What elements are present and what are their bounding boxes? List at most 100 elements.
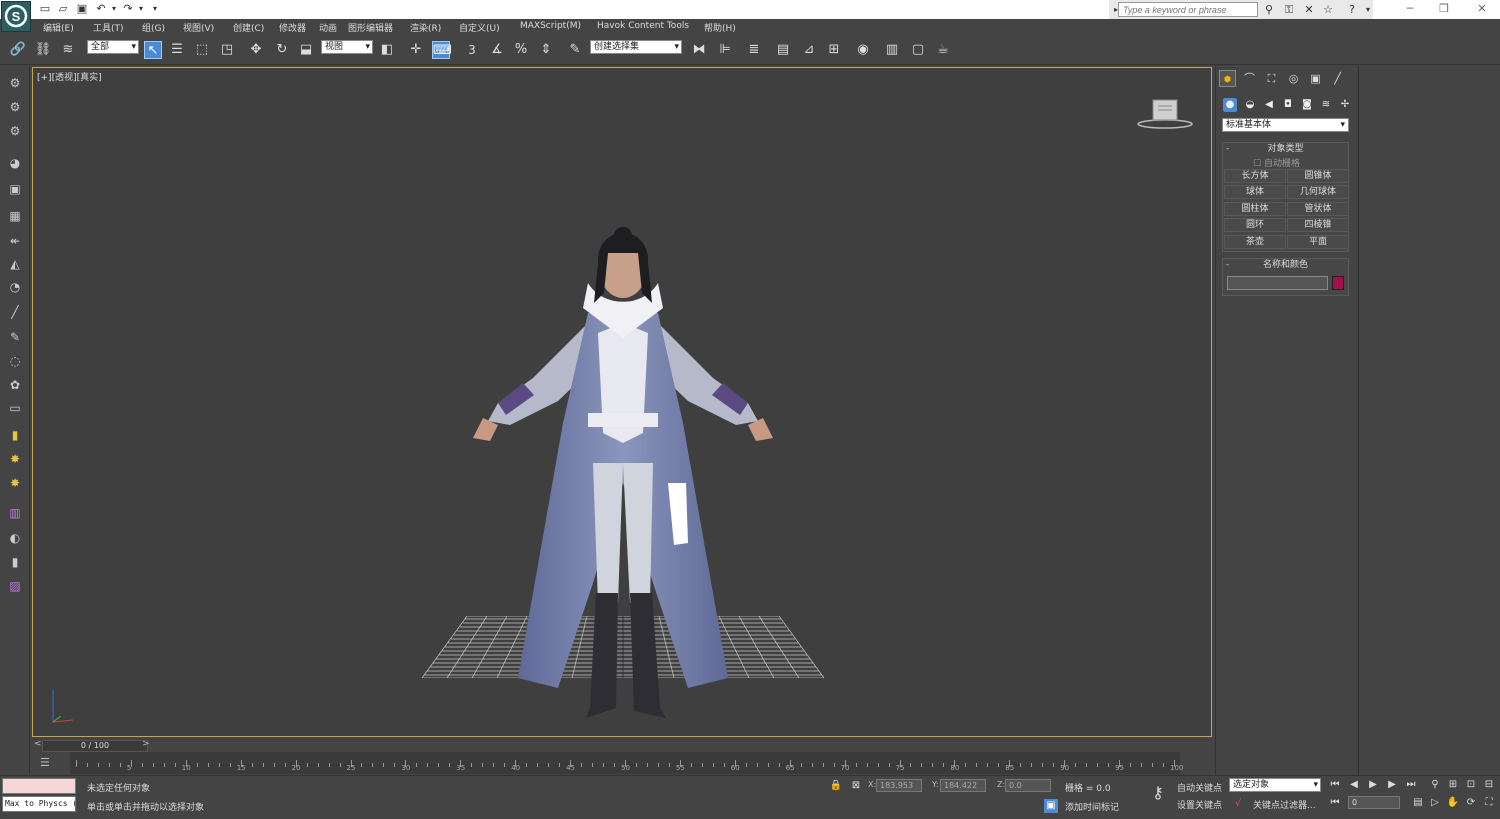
left-tool-4-icon[interactable]: ◕ xyxy=(6,154,24,172)
left-tool-11-icon[interactable]: ✎ xyxy=(6,328,24,346)
add-time-tag[interactable]: 添加时间标记 xyxy=(1065,800,1119,813)
viewcube-icon[interactable] xyxy=(1135,96,1195,132)
selection-lock-icon[interactable]: 🔒 xyxy=(829,779,843,793)
geometry-icon[interactable]: ● xyxy=(1223,98,1237,112)
snaps-toggle-icon[interactable]: 3 xyxy=(463,41,481,59)
undo-dropdown-icon[interactable]: ▾ xyxy=(107,2,121,16)
menu-edit[interactable]: 编辑(E) xyxy=(43,21,74,34)
maxscript-mini-listener[interactable] xyxy=(2,778,76,794)
zoom-all-icon[interactable]: ⊞ xyxy=(1446,778,1460,792)
helpers-icon[interactable]: ◙ xyxy=(1300,98,1314,112)
auto-key-button[interactable]: 自动关键点 xyxy=(1177,781,1222,794)
select-move-icon[interactable]: ✥ xyxy=(247,41,265,59)
left-tool-20-icon[interactable]: ▮ xyxy=(6,553,24,571)
object-type-header[interactable]: - 对象类型 xyxy=(1223,143,1348,155)
pan-view-icon[interactable]: ✋ xyxy=(1446,796,1460,810)
subscription-icon[interactable]: ⚿ xyxy=(1282,3,1296,16)
zoom-extents-all-icon[interactable]: ⊟ xyxy=(1482,778,1496,792)
geosphere-button[interactable]: 几何球体 xyxy=(1287,185,1349,199)
select-rotate-icon[interactable]: ↻ xyxy=(273,41,291,59)
key-mode-icon[interactable]: ⏮ xyxy=(1328,796,1342,810)
pivot-center-icon[interactable]: ◧ xyxy=(378,41,396,59)
hierarchy-tab-icon[interactable]: ⛶ xyxy=(1263,70,1280,87)
shapes-icon[interactable]: ◒ xyxy=(1243,98,1257,112)
orbit-icon[interactable]: ⟳ xyxy=(1464,796,1478,810)
undo-icon[interactable]: ↶ xyxy=(94,2,108,16)
menu-animation[interactable]: 动画 xyxy=(319,21,337,34)
material-editor-icon[interactable]: ◉ xyxy=(854,41,872,59)
menu-graph-editors[interactable]: 图形编辑器 xyxy=(348,21,393,34)
help-dropdown-icon[interactable]: ▾ xyxy=(1361,3,1375,16)
graphite-ribbon-icon[interactable]: ▤ xyxy=(774,41,792,59)
display-tab-icon[interactable]: ▣ xyxy=(1307,70,1324,87)
perspective-viewport[interactable]: [+][透视][真实] xyxy=(32,67,1212,737)
current-frame-field[interactable]: 0 xyxy=(1348,796,1400,809)
left-tool-3-icon[interactable]: ⚙ xyxy=(6,122,24,140)
go-to-end-icon[interactable]: ⏭ xyxy=(1404,778,1418,792)
motion-tab-icon[interactable]: ◎ xyxy=(1285,70,1302,87)
left-tool-14-icon[interactable]: ▭ xyxy=(6,399,24,417)
time-tag-icon[interactable]: ▣ xyxy=(1044,799,1058,813)
left-tool-16-icon[interactable]: ✸ xyxy=(6,450,24,468)
edit-named-selection-icon[interactable]: ✎ xyxy=(566,41,584,59)
mini-curve-editor-icon[interactable]: ☰ xyxy=(40,756,56,770)
box-button[interactable]: 长方体 xyxy=(1224,169,1286,183)
named-selection-dropdown[interactable]: 创建选择集 xyxy=(590,40,682,54)
new-file-icon[interactable]: ▭ xyxy=(38,2,52,16)
time-slider-prev-icon[interactable]: < xyxy=(34,739,42,749)
reference-coordinate-dropdown[interactable]: 视图 xyxy=(321,40,373,54)
menu-modifiers[interactable]: 修改器 xyxy=(279,21,306,34)
link-icon[interactable]: 🔗 xyxy=(9,41,27,59)
save-icon[interactable]: ▣ xyxy=(75,2,89,16)
modify-tab-icon[interactable]: ⌒ xyxy=(1241,70,1258,87)
left-tool-18-icon[interactable]: ▥ xyxy=(6,504,24,522)
select-scale-icon[interactable]: ⬓ xyxy=(297,41,315,59)
track-bar[interactable]: 5 10 15 20 25 30 35 40 45 50 55 60 65 70 75 80 85 90 95 100 xyxy=(70,752,1183,774)
curve-editor-icon[interactable]: ⊿ xyxy=(800,41,818,59)
key-filters-button[interactable]: 关键点过滤器... xyxy=(1253,798,1316,811)
sphere-button[interactable]: 球体 xyxy=(1224,185,1286,199)
category-dropdown[interactable]: 标准基本体 xyxy=(1222,118,1349,132)
lights-icon[interactable]: ◀ xyxy=(1262,98,1276,112)
left-tool-6-icon[interactable]: ▦ xyxy=(6,207,24,225)
z-coordinate-field[interactable]: 0.0 xyxy=(1005,779,1051,792)
menu-havok[interactable]: Havok Content Tools xyxy=(597,21,689,31)
zoom-icon[interactable]: ⚲ xyxy=(1428,778,1442,792)
spinner-snap-icon[interactable]: ⇕ xyxy=(537,41,555,59)
search-input[interactable] xyxy=(1118,2,1258,17)
left-tool-2-icon[interactable]: ⚙ xyxy=(6,98,24,116)
menu-customize[interactable]: 自定义(U) xyxy=(459,21,500,34)
render-setup-icon[interactable]: ▥ xyxy=(883,41,901,59)
menu-help[interactable]: 帮助(H) xyxy=(704,21,736,34)
maxscript-listener-input[interactable]: Max to Physcs ( xyxy=(2,796,76,812)
left-tool-1-icon[interactable]: ⚙ xyxy=(6,74,24,92)
viewport-label[interactable]: [+][透视][真实] xyxy=(37,70,102,83)
angle-snap-icon[interactable]: ∡ xyxy=(488,41,506,59)
default-in-out-icon[interactable]: √ xyxy=(1231,797,1245,811)
minimize-icon[interactable]: ─ xyxy=(1402,2,1418,16)
close-icon[interactable]: ✕ xyxy=(1474,2,1490,16)
favorites-icon[interactable]: ☆ xyxy=(1321,3,1335,16)
autogrid-checkbox[interactable]: ☐ 自动栅格 xyxy=(1253,156,1300,169)
window-crossing-icon[interactable]: ◳ xyxy=(218,41,236,59)
utilities-tab-icon[interactable]: ╱ xyxy=(1329,70,1346,87)
rendered-frame-window-icon[interactable]: ▢ xyxy=(909,41,927,59)
set-key-icon[interactable]: ⚷ xyxy=(1148,785,1168,801)
object-name-field[interactable] xyxy=(1227,276,1328,290)
left-tool-17-icon[interactable]: ✸ xyxy=(6,474,24,492)
create-tab-icon[interactable]: ✹ xyxy=(1219,70,1236,87)
selected-object-dropdown[interactable]: 选定对象 xyxy=(1229,778,1321,792)
select-object-icon[interactable]: ↖ xyxy=(144,41,162,59)
time-slider-next-icon[interactable]: > xyxy=(142,739,150,749)
rectangular-selection-icon[interactable]: ⬚ xyxy=(193,41,211,59)
cone-button[interactable]: 圆锥体 xyxy=(1287,169,1349,183)
communication-center-icon[interactable]: ✕ xyxy=(1302,3,1316,16)
plane-button[interactable]: 平面 xyxy=(1287,235,1349,249)
percent-snap-icon[interactable]: % xyxy=(512,41,530,59)
left-tool-19-icon[interactable]: ◐ xyxy=(6,529,24,547)
absolute-mode-icon[interactable]: ⊠ xyxy=(849,779,863,793)
play-icon[interactable]: ▶ xyxy=(1366,778,1380,792)
left-tool-15-icon[interactable]: ▮ xyxy=(6,426,24,444)
systems-icon[interactable]: ✢ xyxy=(1338,98,1352,112)
selection-filter-dropdown[interactable]: 全部 xyxy=(87,40,139,54)
